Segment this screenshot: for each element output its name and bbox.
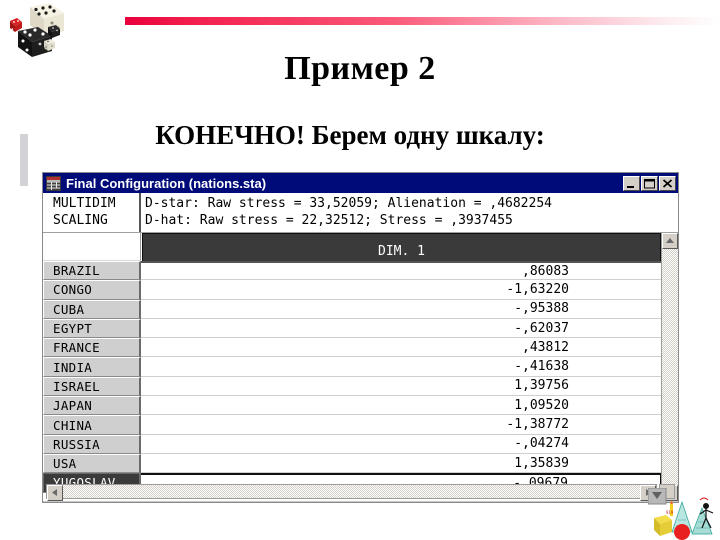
dim1-value-cell[interactable]: 1,39756 (141, 376, 661, 397)
table-row[interactable]: CUBA -,95388 (43, 299, 661, 319)
scroll-up-arrow-button[interactable] (662, 233, 678, 249)
row-header-cell[interactable]: ISRAEL (43, 376, 141, 397)
scroll-left-arrow-button[interactable] (47, 485, 63, 501)
row-header-cell[interactable]: CONGO (43, 280, 141, 300)
horizontal-scrollbar[interactable] (46, 484, 657, 501)
window-titlebar[interactable]: Final Configuration (nations.sta) (43, 173, 678, 193)
slide: Пример 2 КОНЕЧНО! Берем одну шкалу: Fina… (0, 0, 720, 540)
analysis-type-label: MULTIDIM SCALING (43, 193, 141, 232)
stress-stats: D-star: Raw stress = 33,52059; Alienatio… (141, 193, 678, 232)
dim1-value-cell[interactable]: -,41638 (141, 357, 661, 377)
close-button[interactable] (659, 175, 676, 191)
row-header-cell[interactable]: EGYPT (43, 318, 141, 339)
column-header-dim1[interactable]: DIM. 1 (142, 233, 661, 261)
row-header-cell[interactable]: FRANCE (43, 338, 141, 358)
window-controls (623, 175, 676, 191)
maximize-button[interactable] (641, 175, 658, 191)
table-row[interactable]: CONGO -1,63220 (43, 280, 661, 300)
statistica-window: Final Configuration (nations.sta) MULTID… (42, 172, 679, 503)
window-title: Final Configuration (nations.sta) (66, 175, 267, 191)
row-header-cell[interactable]: INDIA (43, 357, 141, 377)
row-header-cell[interactable]: RUSSIA (43, 434, 141, 454)
analysis-info-band: MULTIDIM SCALING D-star: Raw stress = 33… (43, 193, 678, 233)
row-header-cell[interactable]: CUBA (43, 299, 141, 319)
dim1-value-cell[interactable]: -1,63220 (141, 280, 661, 300)
dim1-value-cell[interactable]: 1,35839 (141, 453, 661, 474)
table-row[interactable]: EGYPT -,62037 (43, 318, 661, 339)
table-row[interactable]: FRANCE ,43812 (43, 338, 661, 358)
left-accent-bar (20, 134, 28, 186)
table-row[interactable]: USA 1,35839 (43, 453, 661, 474)
data-grid-area: DIM. 1 BRAZIL ,86083 CONGO -1,63220 CUBA -,95… (43, 233, 678, 501)
table-row[interactable]: INDIA -,41638 (43, 357, 661, 377)
data-grid: DIM. 1 BRAZIL ,86083 CONGO -1,63220 CUBA -,95… (43, 233, 661, 501)
row-header-cell[interactable]: JAPAN (43, 396, 141, 416)
slide-subtitle: КОНЕЧНО! Берем одну шкалу: (155, 120, 545, 150)
grid-rows: BRAZIL ,86083 CONGO -1,63220 CUBA -,95388 EGYP… (43, 261, 661, 493)
dim1-value-cell[interactable]: -,95388 (141, 299, 661, 319)
stress-line-dhat: D-hat: Raw stress = 22,32512; Stress = ,… (145, 213, 513, 228)
table-row[interactable]: RUSSIA -,04274 (43, 434, 661, 454)
grid-corner-cell (43, 233, 141, 261)
spreadsheet-icon (46, 175, 61, 191)
slide-title: Пример 2 (284, 50, 436, 87)
stress-line-dstar: D-star: Raw stress = 33,52059; Alienatio… (145, 196, 552, 211)
minimize-button[interactable] (623, 175, 640, 191)
dim1-value-cell[interactable]: -,04274 (141, 434, 661, 454)
dim1-value-cell[interactable]: ,43812 (141, 338, 661, 358)
vertical-scrollbar[interactable] (661, 233, 678, 501)
grid-header-row: DIM. 1 (43, 233, 661, 261)
row-header-cell[interactable]: USA (43, 453, 141, 474)
table-row[interactable]: JAPAN 1,09520 (43, 396, 661, 416)
dim1-value-cell[interactable]: 1,09520 (141, 396, 661, 416)
dim1-value-cell[interactable]: ,86083 (141, 261, 661, 281)
table-row[interactable]: ISRAEL 1,39756 (43, 376, 661, 397)
table-row[interactable]: CHINA -1,38772 (43, 415, 661, 435)
dim1-value-cell[interactable]: -,62037 (141, 318, 661, 339)
svg-text:919: 919 (666, 510, 674, 515)
analysis-type-line2: SCALING (53, 213, 108, 228)
top-accent-bar (125, 17, 720, 25)
statistics-chart-clipart: 919 (648, 488, 714, 540)
dim1-value-cell[interactable]: -1,38772 (141, 415, 661, 435)
table-row[interactable]: BRAZIL ,86083 (43, 261, 661, 281)
row-header-cell[interactable]: CHINA (43, 415, 141, 435)
row-header-cell[interactable]: BRAZIL (43, 261, 141, 281)
analysis-type-line1: MULTIDIM (53, 196, 116, 211)
